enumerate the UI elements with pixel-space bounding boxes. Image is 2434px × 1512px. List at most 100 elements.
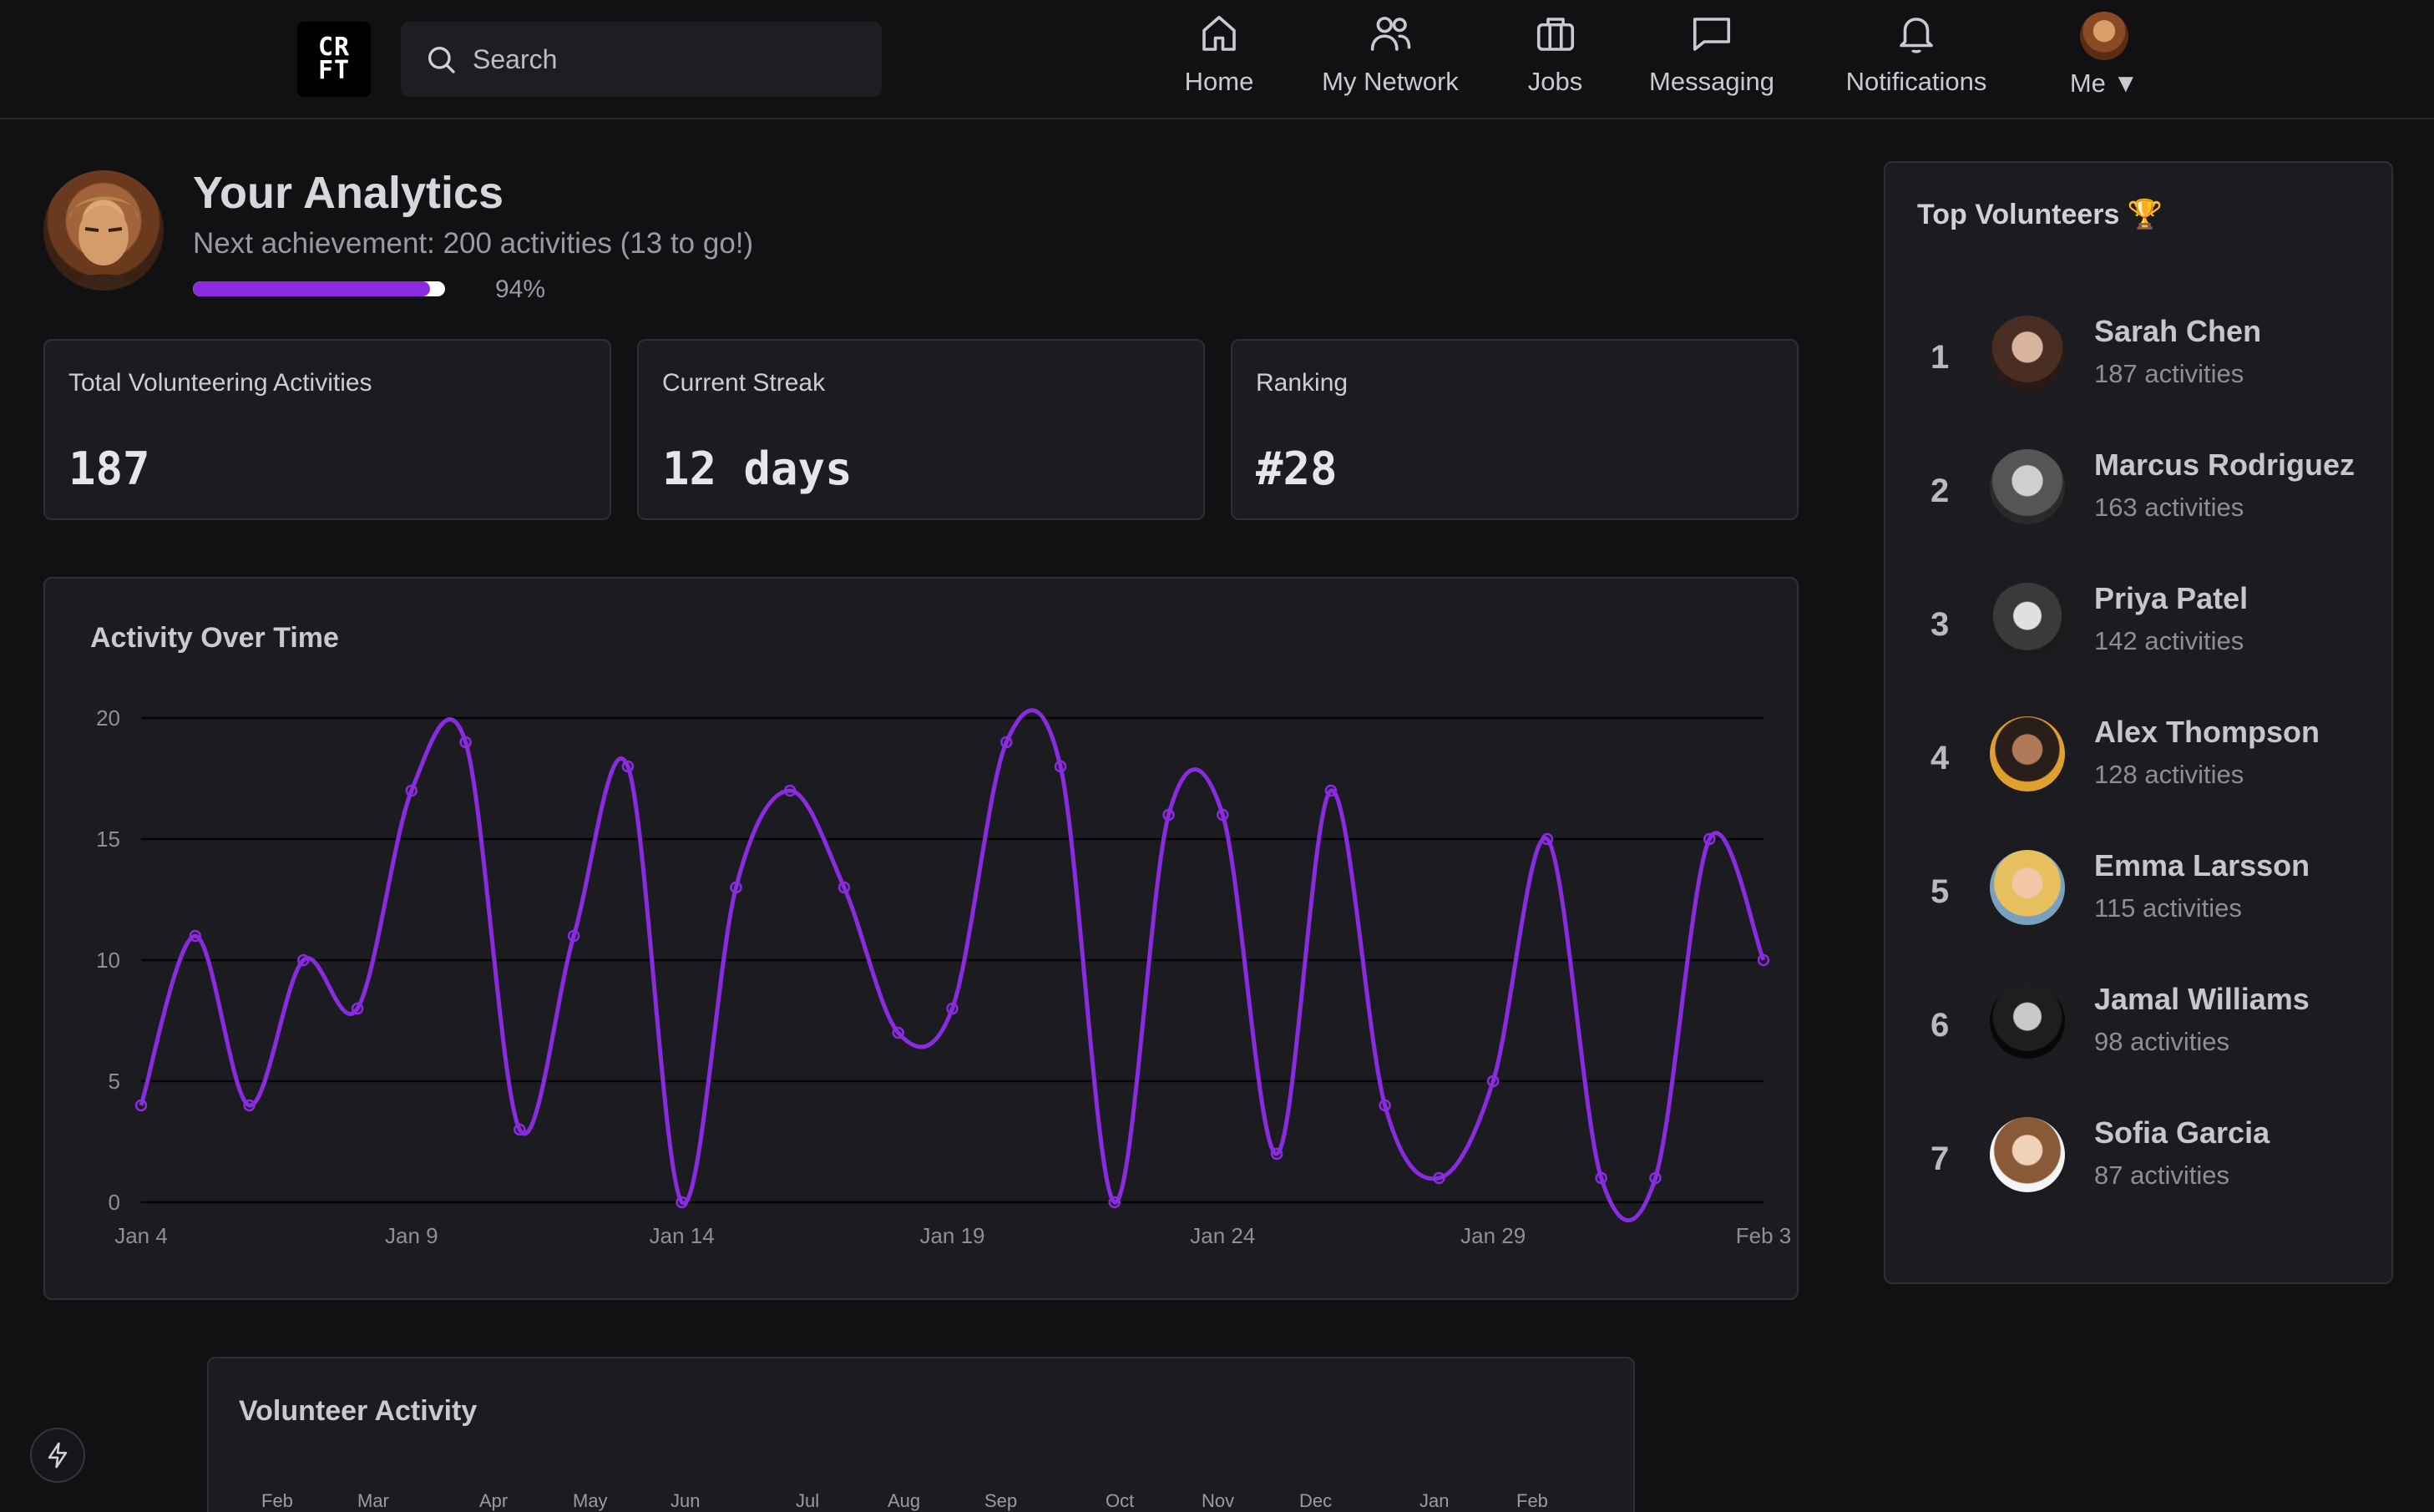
month-label: Jun	[670, 1490, 701, 1511]
quick-action-button[interactable]	[30, 1428, 85, 1483]
stat-value: 187	[68, 442, 150, 495]
volunteer-row[interactable]: 6 Jamal Williams 98 activities	[1885, 982, 2391, 1075]
volunteer-name: Alex Thompson	[2094, 715, 2320, 749]
me-avatar	[2080, 12, 2128, 60]
search-input[interactable]	[473, 43, 840, 75]
achievement-progress-percent: 94%	[495, 276, 546, 303]
volunteer-row[interactable]: 2 Marcus Rodriguez 163 activities	[1885, 448, 2391, 541]
x-tick-label: Jan 4	[114, 1223, 168, 1248]
month-label: Aug	[888, 1490, 921, 1511]
nav-messaging[interactable]: Messaging	[1641, 12, 1783, 104]
volunteer-rank: 4	[1931, 740, 1950, 776]
y-tick-label: 15	[96, 827, 120, 852]
volunteer-avatar	[1990, 449, 2065, 524]
logo-line-2: FT	[317, 56, 351, 85]
y-tick-label: 10	[96, 948, 120, 973]
volunteer-avatar	[1990, 716, 2065, 791]
page-title: Your Analytics	[193, 168, 504, 218]
nav-jobs[interactable]: Jobs	[1516, 12, 1595, 104]
nav-my-network[interactable]: My Network	[1311, 12, 1470, 104]
volunteer-rank: 6	[1931, 1007, 1950, 1044]
stat-label: Current Streak	[662, 369, 826, 397]
volunteer-name: Sofia Garcia	[2094, 1115, 2270, 1150]
stat-value: #28	[1256, 442, 1338, 495]
volunteer-activity-count: 187 activities	[2094, 359, 2244, 388]
y-tick-label: 5	[109, 1069, 120, 1094]
next-achievement-text: Next achievement: 200 activities (13 to …	[193, 227, 754, 260]
volunteer-row[interactable]: 1 Sarah Chen 187 activities	[1885, 314, 2391, 407]
y-tick-label: 20	[96, 705, 120, 731]
volunteer-name: Marcus Rodriguez	[2094, 448, 2356, 482]
achievement-progress-fill	[193, 281, 430, 296]
profile-avatar	[43, 170, 164, 291]
stat-label: Total Volunteering Activities	[68, 369, 372, 397]
achievement-progress-bar	[193, 281, 445, 296]
volunteer-activity-count: 98 activities	[2094, 1027, 2229, 1056]
month-label: Jul	[796, 1490, 820, 1511]
month-label: Sep	[984, 1490, 1018, 1511]
month-label: Mar	[357, 1490, 389, 1511]
network-icon	[1370, 17, 1411, 51]
stat-card-ranking: Ranking #28	[1231, 339, 1799, 520]
volunteer-avatar	[1990, 316, 2065, 391]
month-label: May	[573, 1490, 608, 1511]
volunteer-activity-count: 163 activities	[2094, 493, 2244, 522]
volunteer-activity-title: Volunteer Activity	[239, 1395, 478, 1427]
volunteer-row[interactable]: 7 Sofia Garcia 87 activities	[1885, 1115, 2391, 1209]
nav-messaging-label: Messaging	[1649, 67, 1774, 96]
briefcase-icon	[1536, 18, 1574, 51]
month-label: Feb	[261, 1490, 293, 1511]
nav-home[interactable]: Home	[1173, 12, 1265, 104]
nav-me-label: Me ▼	[2069, 68, 2139, 98]
volunteer-activity-count: 87 activities	[2094, 1161, 2229, 1190]
search-icon	[428, 47, 455, 73]
y-tick-label: 0	[109, 1190, 120, 1215]
x-tick-label: Jan 14	[650, 1223, 715, 1248]
home-icon	[1202, 15, 1236, 51]
volunteer-rank: 5	[1931, 873, 1950, 910]
top-volunteers-panel: Top Volunteers 🏆 1 Sarah Chen 187 activi…	[1884, 161, 2393, 1284]
month-label: Jan	[1419, 1490, 1450, 1511]
activity-line-chart: 0 5 10 15 20 Jan 4 Jan 9 Jan 14 Jan 19 Jan 24 Jan …	[96, 705, 1792, 1248]
message-icon	[1693, 18, 1731, 51]
month-label: Nov	[1202, 1490, 1235, 1511]
volunteer-rank: 3	[1931, 606, 1950, 643]
nav-me[interactable]: Me ▼	[2058, 12, 2150, 104]
logo[interactable]: CR FT	[297, 22, 371, 97]
activity-chart-card: Activity Over Time 0 5 10 15 20 Jan 4 Jan 9 Jan…	[43, 577, 1799, 1300]
volunteer-activity-count: 115 activities	[2094, 893, 2242, 923]
volunteer-avatar	[1990, 1117, 2065, 1192]
volunteer-avatar	[1990, 984, 2065, 1059]
x-tick-label: Jan 24	[1190, 1223, 1255, 1248]
search-bar[interactable]	[401, 22, 882, 97]
stat-value: 12 days	[662, 442, 853, 495]
month-label: Dec	[1299, 1490, 1333, 1511]
x-tick-label: Feb 3	[1736, 1223, 1792, 1248]
x-tick-label: Jan 19	[919, 1223, 984, 1248]
x-tick-label: Jan 29	[1460, 1223, 1526, 1248]
volunteer-rank: 2	[1931, 473, 1950, 509]
nav-home-label: Home	[1184, 67, 1254, 96]
volunteer-name: Jamal Williams	[2094, 982, 2310, 1016]
x-tick-label: Jan 9	[385, 1223, 438, 1248]
month-label: Oct	[1106, 1490, 1135, 1511]
bell-icon	[1900, 18, 1933, 53]
volunteer-activity-count: 142 activities	[2094, 626, 2244, 655]
volunteer-name: Emma Larsson	[2094, 848, 2310, 882]
volunteer-name: Sarah Chen	[2094, 314, 2262, 348]
volunteer-activity-count: 128 activities	[2094, 760, 2244, 789]
volunteer-row[interactable]: 5 Emma Larsson 115 activities	[1885, 848, 2391, 942]
top-volunteers-title: Top Volunteers 🏆	[1917, 199, 2163, 230]
lightning-icon	[48, 1442, 68, 1469]
volunteer-row[interactable]: 3 Priya Patel 142 activities	[1885, 581, 2391, 675]
nav-notifications[interactable]: Notifications	[1833, 12, 2000, 104]
nav-notifications-label: Notifications	[1845, 67, 1987, 96]
volunteer-avatar	[1990, 583, 2065, 658]
volunteer-name: Priya Patel	[2094, 581, 2249, 615]
stat-label: Ranking	[1256, 369, 1349, 397]
month-label: Apr	[479, 1490, 509, 1511]
volunteer-row[interactable]: 4 Alex Thompson 128 activities	[1885, 715, 2391, 808]
volunteer-rank: 1	[1931, 339, 1950, 376]
volunteer-activity-card: Volunteer Activity Feb Mar Apr May Jun J…	[207, 1357, 1635, 1512]
volunteer-avatar	[1990, 850, 2065, 925]
